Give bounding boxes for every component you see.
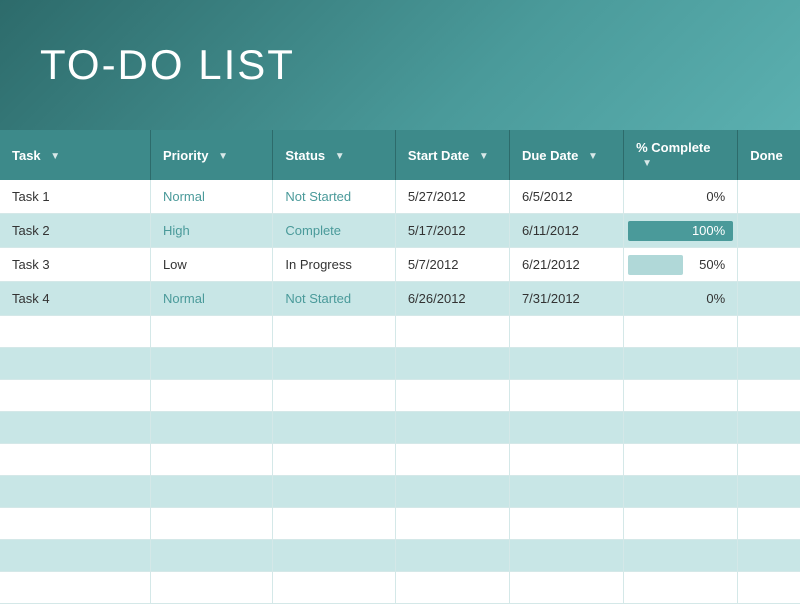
cell-done — [738, 180, 800, 214]
empty-row — [0, 540, 800, 572]
progress-text: 0% — [636, 291, 725, 306]
cell-pct-complete: 0% — [624, 282, 738, 316]
empty-row — [0, 444, 800, 476]
table-row[interactable]: Task 1NormalNot Started5/27/20126/5/2012… — [0, 180, 800, 214]
col-header-status[interactable]: Status ▼ — [273, 130, 395, 180]
cell-startdate: 5/7/2012 — [395, 248, 509, 282]
col-header-task[interactable]: Task ▼ — [0, 130, 150, 180]
progress-text: 50% — [636, 257, 725, 272]
empty-row — [0, 380, 800, 412]
cell-pct-complete: 100% — [624, 214, 738, 248]
cell-status: Complete — [273, 214, 395, 248]
cell-task: Task 2 — [0, 214, 150, 248]
filter-arrow-startdate[interactable]: ▼ — [479, 151, 489, 162]
col-header-priority[interactable]: Priority ▼ — [150, 130, 272, 180]
cell-pct-complete: 0% — [624, 180, 738, 214]
todo-table-container: Task ▼ Priority ▼ Status ▼ Start Date ▼ … — [0, 130, 800, 604]
cell-task: Task 1 — [0, 180, 150, 214]
filter-arrow-duedate[interactable]: ▼ — [588, 151, 598, 162]
page-header: TO-DO LIST — [0, 0, 800, 130]
cell-startdate: 5/27/2012 — [395, 180, 509, 214]
filter-arrow-status[interactable]: ▼ — [335, 151, 345, 162]
empty-row — [0, 508, 800, 540]
table-row[interactable]: Task 2HighComplete5/17/20126/11/2012 100% — [0, 214, 800, 248]
cell-duedate: 6/21/2012 — [509, 248, 623, 282]
todo-table: Task ▼ Priority ▼ Status ▼ Start Date ▼ … — [0, 130, 800, 604]
cell-duedate: 6/11/2012 — [509, 214, 623, 248]
empty-row — [0, 572, 800, 604]
cell-priority: Low — [150, 248, 272, 282]
col-header-done: Done — [738, 130, 800, 180]
cell-status: Not Started — [273, 180, 395, 214]
empty-row — [0, 476, 800, 508]
filter-arrow-complete[interactable]: ▼ — [642, 158, 652, 169]
cell-priority: Normal — [150, 180, 272, 214]
cell-priority: Normal — [150, 282, 272, 316]
cell-startdate: 5/17/2012 — [395, 214, 509, 248]
progress-text: 100% — [636, 223, 725, 238]
empty-row — [0, 348, 800, 380]
table-row[interactable]: Task 3LowIn Progress5/7/20126/21/2012 50% — [0, 248, 800, 282]
table-row[interactable]: Task 4NormalNot Started6/26/20127/31/201… — [0, 282, 800, 316]
cell-status: Not Started — [273, 282, 395, 316]
page-title: TO-DO LIST — [40, 41, 295, 89]
cell-done — [738, 214, 800, 248]
empty-row — [0, 316, 800, 348]
cell-done — [738, 282, 800, 316]
table-body: Task 1NormalNot Started5/27/20126/5/2012… — [0, 180, 800, 604]
col-header-duedate[interactable]: Due Date ▼ — [509, 130, 623, 180]
cell-task: Task 4 — [0, 282, 150, 316]
progress-text: 0% — [636, 189, 725, 204]
cell-priority: High — [150, 214, 272, 248]
cell-duedate: 7/31/2012 — [509, 282, 623, 316]
cell-duedate: 6/5/2012 — [509, 180, 623, 214]
col-header-complete[interactable]: % Complete ▼ — [624, 130, 738, 180]
empty-row — [0, 412, 800, 444]
col-header-startdate[interactable]: Start Date ▼ — [395, 130, 509, 180]
filter-arrow-task[interactable]: ▼ — [50, 151, 60, 162]
cell-pct-complete: 50% — [624, 248, 738, 282]
table-header-row: Task ▼ Priority ▼ Status ▼ Start Date ▼ … — [0, 130, 800, 180]
cell-done — [738, 248, 800, 282]
cell-startdate: 6/26/2012 — [395, 282, 509, 316]
cell-task: Task 3 — [0, 248, 150, 282]
filter-arrow-priority[interactable]: ▼ — [218, 151, 228, 162]
cell-status: In Progress — [273, 248, 395, 282]
